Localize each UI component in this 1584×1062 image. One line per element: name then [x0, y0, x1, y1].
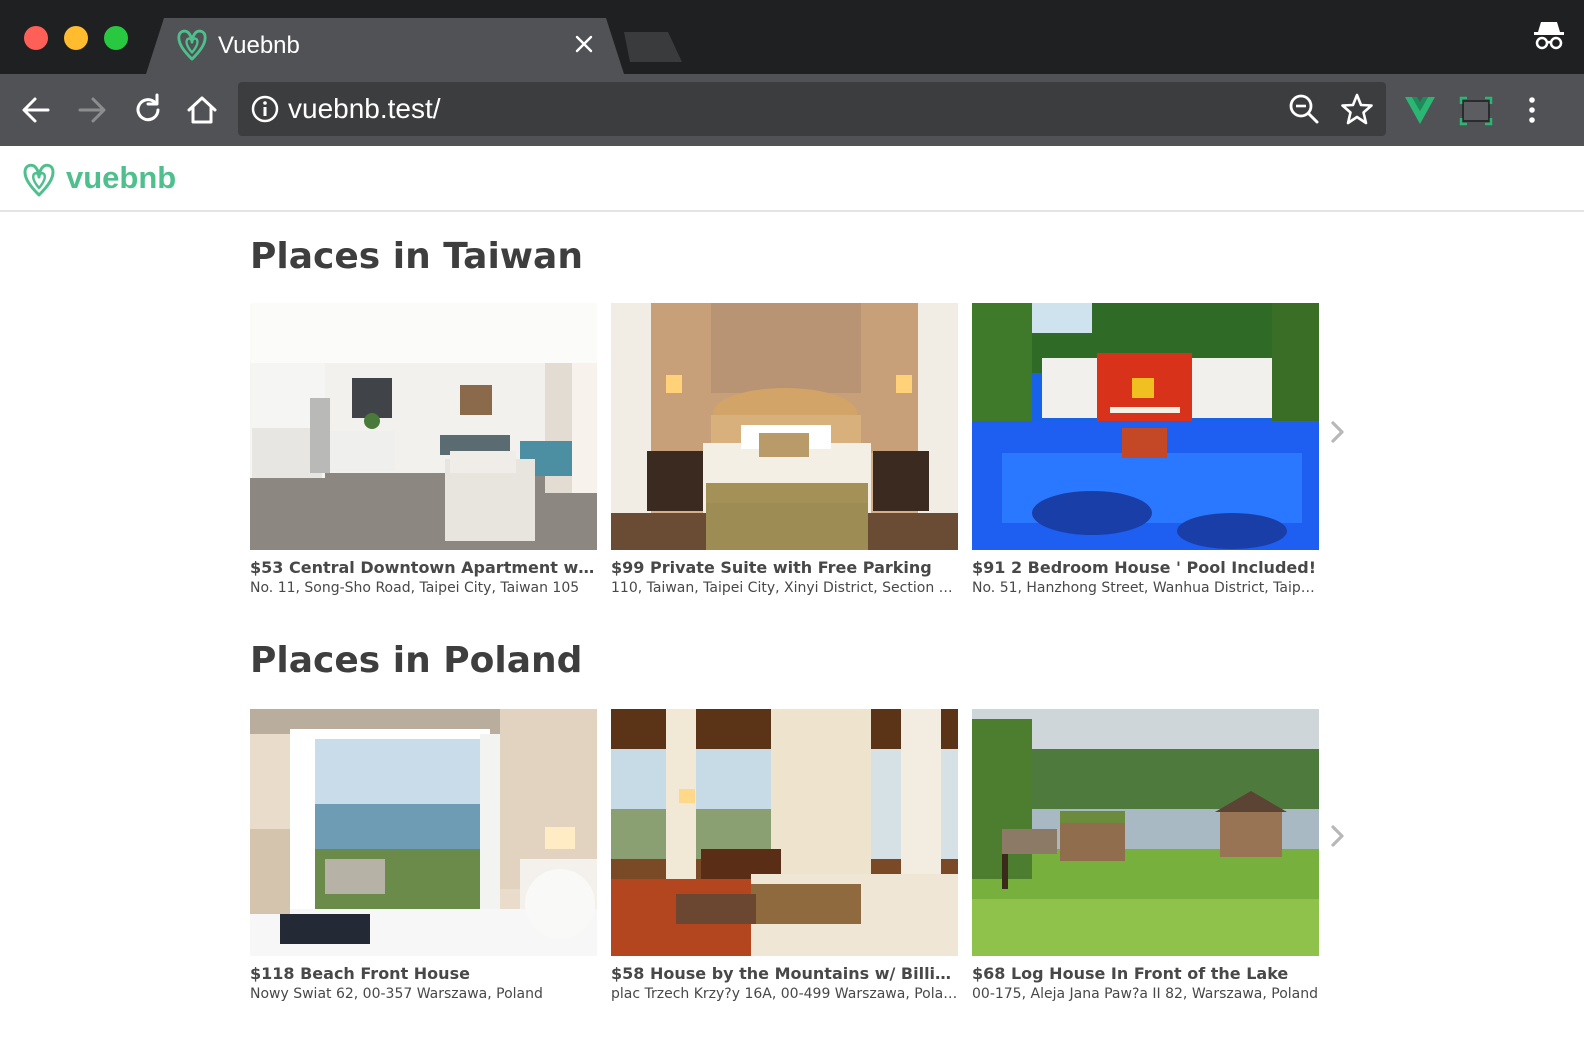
close-tab-icon[interactable]	[572, 32, 596, 56]
listing-card[interactable]: $118 Beach Front House Nowy Swiat 62, 00…	[250, 709, 597, 1002]
minimize-window-button[interactable]	[64, 26, 88, 50]
section-title: Places in Poland	[250, 640, 583, 681]
maximize-window-button[interactable]	[104, 26, 128, 50]
screen-capture-icon[interactable]	[1458, 92, 1494, 128]
new-tab-button[interactable]	[616, 32, 682, 62]
reload-icon[interactable]	[130, 92, 166, 128]
address-url[interactable]: vuebnb.test/	[288, 93, 441, 125]
zoom-icon[interactable]	[1288, 93, 1320, 125]
carousel-next-chevron-icon[interactable]	[1328, 822, 1348, 850]
site-header: vuebnb	[0, 146, 1584, 212]
listing-card[interactable]: $91 2 Bedroom House ' Pool Included! No.…	[972, 303, 1319, 596]
site-info-icon[interactable]	[250, 94, 280, 124]
listing-title[interactable]: $118 Beach Front House	[250, 964, 597, 983]
listing-address: 00-175, Aleja Jana Paw?a II 82, Warszawa…	[972, 986, 1318, 1002]
listing-image[interactable]	[611, 303, 958, 550]
listing-image[interactable]	[611, 709, 958, 956]
forward-arrow-icon[interactable]	[74, 92, 110, 128]
home-icon[interactable]	[184, 92, 220, 128]
menu-dots-icon[interactable]	[1514, 92, 1550, 128]
listing-image[interactable]	[250, 303, 597, 550]
listing-address: No. 11, Song-Sho Road, Taipei City, Taiw…	[250, 580, 580, 596]
vuebnb-logo-icon[interactable]	[22, 162, 56, 198]
listing-card[interactable]: $58 House by the Mountains w/ Billiards!…	[611, 709, 958, 1002]
listing-card[interactable]: $68 Log House In Front of the Lake 00-17…	[972, 709, 1319, 1002]
listing-image[interactable]	[972, 709, 1319, 956]
listing-card[interactable]: $53 Central Downtown Apartment with ... …	[250, 303, 597, 596]
back-arrow-icon[interactable]	[18, 92, 54, 128]
listing-image[interactable]	[972, 303, 1319, 550]
listing-image[interactable]	[250, 709, 597, 956]
browser-toolbar: vuebnb.test/	[0, 74, 1584, 146]
incognito-icon	[1534, 22, 1564, 50]
listing-title[interactable]: $58 House by the Mountains w/ Billiards!	[611, 964, 958, 983]
vue-devtools-icon[interactable]	[1402, 92, 1438, 128]
listing-address: plac Trzech Krzy?y 16A, 00-499 Warszawa,…	[611, 986, 958, 1002]
tab-title: Vuebnb	[218, 32, 300, 59]
address-bar[interactable]: vuebnb.test/	[238, 82, 1386, 136]
browser-titlebar: Vuebnb	[0, 0, 1584, 74]
listing-title[interactable]: $53 Central Downtown Apartment with ...	[250, 558, 597, 577]
listing-card[interactable]: $99 Private Suite with Free Parking 110,…	[611, 303, 958, 596]
section-title: Places in Taiwan	[250, 236, 583, 277]
browser-tab-active[interactable]: Vuebnb	[146, 18, 624, 74]
carousel-next-chevron-icon[interactable]	[1328, 418, 1348, 446]
site-brand-name[interactable]: vuebnb	[66, 160, 176, 196]
listing-title[interactable]: $68 Log House In Front of the Lake	[972, 964, 1319, 983]
bookmark-star-icon[interactable]	[1340, 92, 1374, 126]
listing-title[interactable]: $91 2 Bedroom House ' Pool Included!	[972, 558, 1319, 577]
listing-address: 110, Taiwan, Taipei City, Xinyi District…	[611, 580, 958, 596]
listing-title[interactable]: $99 Private Suite with Free Parking	[611, 558, 958, 577]
listing-address: Nowy Swiat 62, 00-357 Warszawa, Poland	[250, 986, 543, 1002]
vuebnb-logo-icon	[176, 28, 208, 62]
close-window-button[interactable]	[24, 26, 48, 50]
listing-address: No. 51, Hanzhong Street, Wanhua District…	[972, 580, 1319, 596]
